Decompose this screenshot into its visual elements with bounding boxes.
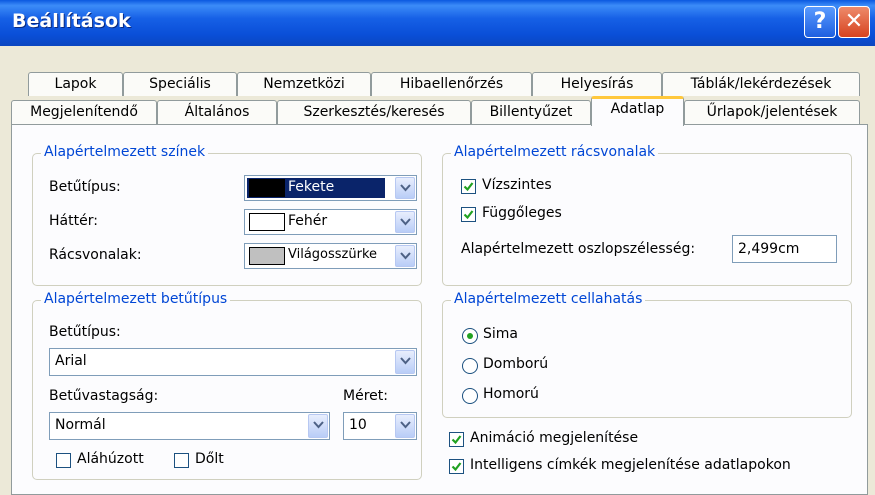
tab-altalanos[interactable]: Általános (157, 100, 277, 124)
column-width-label: Alapértelmezett oszlopszélesség: (461, 241, 696, 257)
underline-checkbox[interactable] (56, 453, 71, 468)
title-bar[interactable]: Beállítások ? ✕ (0, 0, 875, 46)
cell-effect-sunken-radio[interactable] (462, 388, 478, 404)
animations-checkbox[interactable] (449, 432, 464, 447)
font-name-value: Arial (55, 353, 87, 369)
smart-tags-label[interactable]: Intelligens címkék megjelenítése adatlap… (470, 457, 791, 473)
gridlines-color-label: Rácsvonalak: (49, 247, 142, 263)
dropdown-arrow-icon[interactable] (395, 350, 415, 374)
font-weight-select[interactable]: Normál (49, 412, 330, 440)
tab-hibaellenorzes[interactable]: Hibaellenőrzés (371, 72, 532, 96)
column-width-value: 2,499cm (738, 241, 800, 257)
tab-adatlap[interactable]: Adatlap (591, 96, 684, 126)
adatlap-panel: Alapértelmezett színek Betűtípus: Fekete… (11, 124, 868, 495)
italic-checkbox[interactable] (174, 453, 189, 468)
dropdown-arrow-icon[interactable] (395, 414, 415, 438)
dropdown-arrow-icon[interactable] (395, 177, 415, 199)
underline-label[interactable]: Aláhúzott (77, 451, 144, 467)
gridlines-color-value: Világosszürke (288, 247, 378, 262)
tab-helyesiras[interactable]: Helyesírás (532, 72, 662, 96)
font-color-select[interactable]: Fekete (244, 175, 417, 201)
tab-urlapok-jelentesek[interactable]: Űrlapok/jelentések (684, 100, 860, 124)
default-colors-legend: Alapértelmezett színek (41, 144, 209, 160)
options-dialog: Beállítások ? ✕ Lapok Speciális Nemzetkö… (0, 0, 875, 495)
column-width-input[interactable]: 2,499cm (732, 235, 837, 263)
font-size-label: Méret: (343, 388, 388, 404)
font-size-value: 10 (349, 417, 367, 433)
animations-label[interactable]: Animáció megjelenítése (470, 430, 638, 446)
tab-megjelenitendo[interactable]: Megjelenítendő (11, 100, 157, 124)
tab-specialis[interactable]: Speciális (123, 72, 237, 96)
font-name-select[interactable]: Arial (49, 348, 417, 376)
default-gridlines-legend: Alapértelmezett rácsvonalak (451, 144, 659, 160)
cell-effect-raised-label[interactable]: Domború (483, 356, 548, 372)
default-cell-effect-legend: Alapértelmezett cellahatás (451, 291, 646, 307)
help-button[interactable]: ? (804, 6, 836, 38)
dropdown-arrow-icon[interactable] (395, 245, 415, 267)
dropdown-arrow-icon[interactable] (308, 414, 328, 438)
cell-effect-raised-radio[interactable] (462, 358, 478, 374)
gridlines-color-select[interactable]: Világosszürke (244, 243, 417, 269)
cell-effect-sunken-label[interactable]: Homorú (483, 386, 539, 402)
background-color-swatch (249, 213, 285, 231)
gridlines-color-swatch (249, 247, 285, 265)
font-color-swatch (249, 179, 285, 197)
dropdown-arrow-icon[interactable] (395, 211, 415, 233)
tab-nemzetkozi[interactable]: Nemzetközi (237, 72, 371, 96)
background-color-label: Háttér: (49, 213, 98, 229)
background-color-select[interactable]: Fehér (244, 209, 417, 235)
smart-tags-checkbox[interactable] (449, 459, 464, 474)
cell-effect-flat-label[interactable]: Sima (483, 326, 518, 342)
close-button[interactable]: ✕ (838, 6, 870, 38)
radio-selected-dot (467, 333, 473, 339)
vertical-gridlines-label[interactable]: Függőleges (482, 205, 562, 221)
font-color-label: Betűtípus: (49, 179, 121, 195)
horizontal-gridlines-checkbox[interactable] (461, 179, 476, 194)
window-title: Beállítások (12, 10, 131, 32)
horizontal-gridlines-label[interactable]: Vízszintes (482, 177, 552, 193)
default-font-legend: Alapértelmezett betűtípus (41, 291, 231, 307)
vertical-gridlines-checkbox[interactable] (461, 207, 476, 222)
font-color-value: Fekete (288, 179, 335, 195)
font-weight-label: Betűvastagság: (49, 388, 159, 404)
font-name-label: Betűtípus: (49, 324, 121, 340)
font-weight-value: Normál (55, 417, 106, 433)
cell-effect-flat-radio[interactable] (462, 328, 478, 344)
background-color-value: Fehér (288, 213, 328, 229)
font-size-select[interactable]: 10 (343, 412, 417, 440)
tab-szerkesztes-kereses[interactable]: Szerkesztés/keresés (277, 100, 471, 124)
tab-tablak-lekerdezesek[interactable]: Táblák/lekérdezések (662, 72, 860, 96)
italic-label[interactable]: Dőlt (195, 451, 224, 467)
tab-billentyuzet[interactable]: Billentyűzet (471, 100, 591, 124)
tab-lapok[interactable]: Lapok (28, 72, 123, 96)
